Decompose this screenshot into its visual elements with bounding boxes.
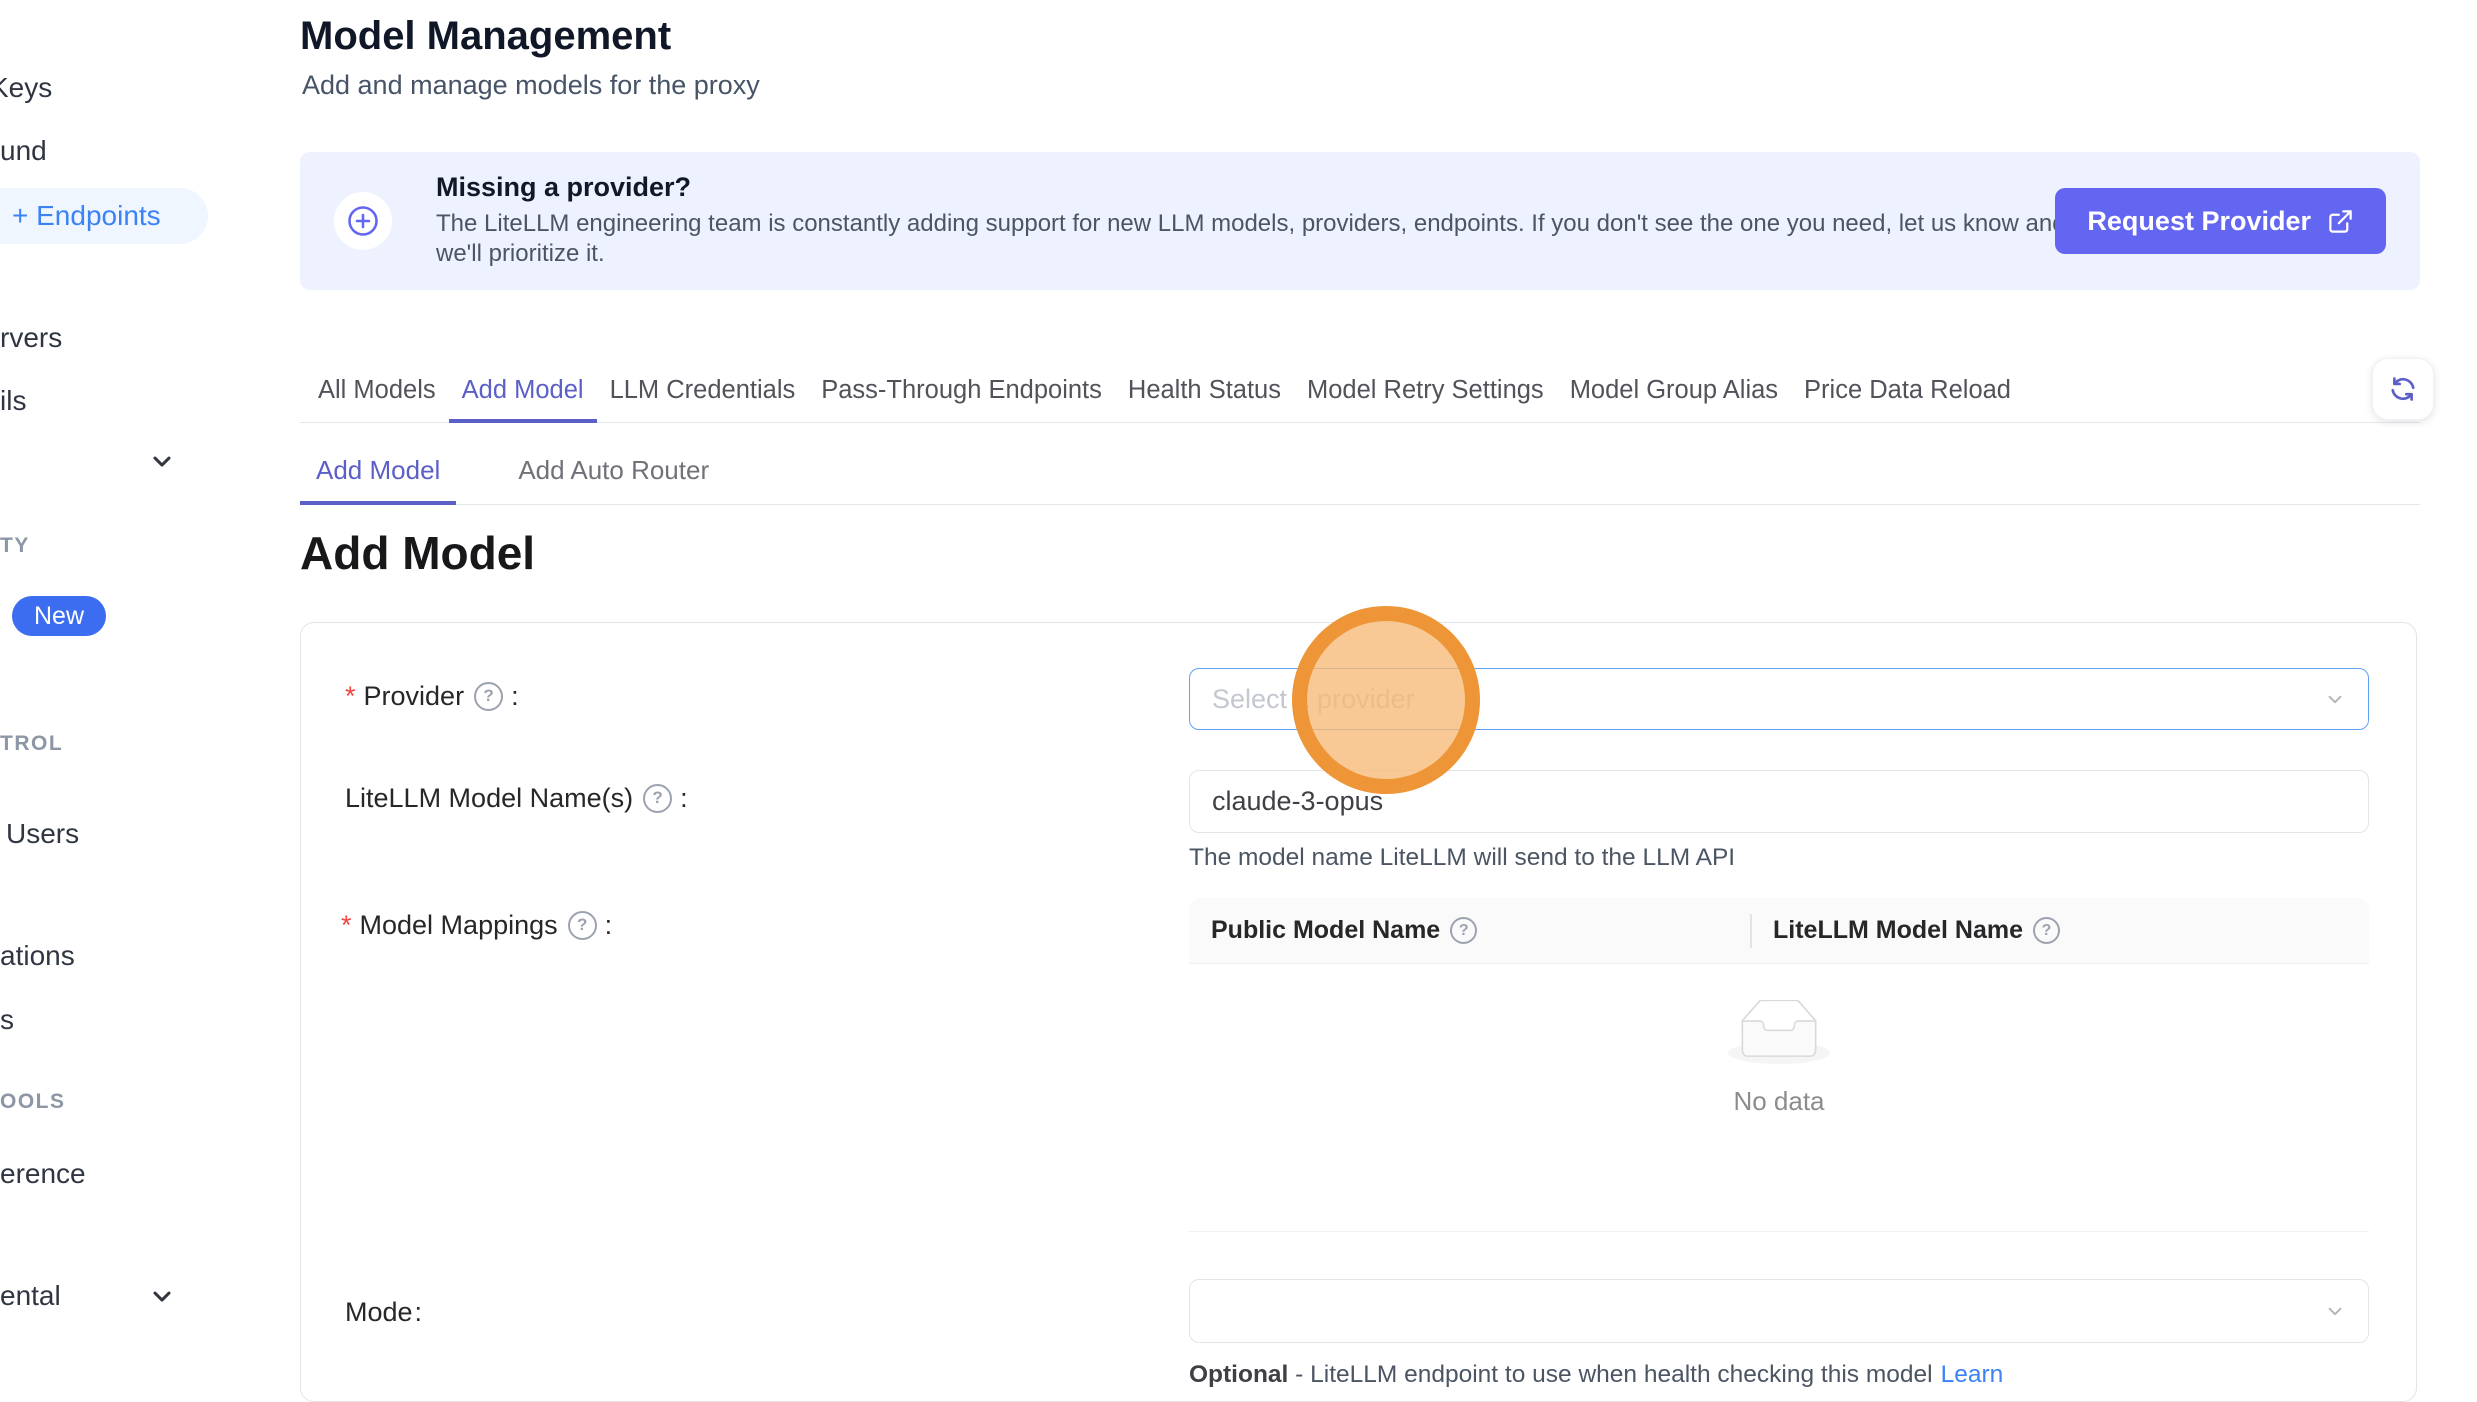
column-label: LiteLLM Model Name	[1773, 916, 2023, 945]
tab-add-model[interactable]: Add Model	[449, 360, 597, 423]
chevron-down-icon[interactable]	[148, 1282, 176, 1310]
page-subtitle: Add and manage models for the proxy	[302, 70, 760, 101]
mode-label: Mode :	[345, 1294, 422, 1330]
help-icon[interactable]: ?	[2033, 917, 2060, 944]
add-model-subtabs: Add Model Add Auto Router	[300, 441, 2420, 505]
sidebar: Keys und + Endpoints rvers ils TY New TR…	[0, 0, 208, 1385]
model-mappings-table: Public Model Name ? LiteLLM Model Name ?	[1189, 898, 2369, 1232]
tab-llm-credentials[interactable]: LLM Credentials	[597, 360, 809, 423]
banner-title: Missing a provider?	[436, 172, 691, 203]
litellm-admin-screen: Keys und + Endpoints rvers ils TY New TR…	[0, 0, 2477, 1385]
provider-select[interactable]: Select a provider	[1189, 668, 2369, 730]
help-icon[interactable]: ?	[568, 911, 597, 940]
tab-pass-through-endpoints[interactable]: Pass-Through Endpoints	[808, 360, 1115, 423]
refresh-button[interactable]	[2372, 358, 2434, 420]
sidebar-item-servers[interactable]: rvers	[0, 322, 62, 354]
sidebar-section-label: TROL	[0, 732, 63, 756]
new-badge-label: New	[34, 602, 84, 631]
tab-price-data-reload[interactable]: Price Data Reload	[1791, 360, 2024, 423]
chevron-down-icon[interactable]	[148, 447, 176, 475]
sidebar-item-reference[interactable]: erence	[0, 1158, 86, 1190]
column-divider	[1750, 914, 1752, 948]
chevron-down-icon	[2324, 688, 2346, 710]
new-badge: New	[12, 596, 106, 636]
mode-select[interactable]	[1189, 1279, 2369, 1343]
tab-model-group-alias[interactable]: Model Group Alias	[1557, 360, 1791, 423]
column-label: Public Model Name	[1211, 916, 1440, 945]
request-provider-button[interactable]: Request Provider	[2055, 188, 2386, 254]
sidebar-item-rails[interactable]: ils	[0, 385, 26, 417]
plus-circle-icon	[334, 192, 392, 250]
mode-help-prefix: Optional	[1189, 1361, 1288, 1388]
model-name-input[interactable]	[1189, 770, 2369, 833]
refresh-icon	[2388, 374, 2418, 404]
sidebar-item-teams[interactable]: s	[0, 1004, 14, 1036]
required-marker: *	[341, 907, 352, 943]
sidebar-item-organizations[interactable]: ations	[0, 940, 75, 972]
missing-provider-banner: Missing a provider? The LiteLLM engineer…	[300, 152, 2420, 290]
column-litellm-model-name: LiteLLM Model Name ?	[1773, 916, 2066, 945]
tab-all-models[interactable]: All Models	[305, 360, 449, 423]
sidebar-item-users[interactable]: Users	[6, 818, 79, 850]
label-colon: :	[605, 907, 613, 943]
model-tabs: All Models Add Model LLM Credentials Pas…	[300, 360, 2420, 423]
provider-label: * Provider ? :	[345, 678, 519, 714]
required-marker: *	[345, 678, 356, 714]
external-link-icon	[2327, 208, 2354, 235]
model-name-help: The model name LiteLLM will send to the …	[1189, 844, 1735, 872]
empty-box-icon	[1728, 1000, 1830, 1066]
model-mappings-label: * Model Mappings ? :	[341, 907, 612, 943]
add-model-heading: Add Model	[300, 526, 535, 580]
model-name-label-text: LiteLLM Model Name(s)	[345, 780, 633, 816]
request-provider-label: Request Provider	[2087, 206, 2311, 237]
page-title: Model Management	[300, 14, 671, 59]
label-colon: :	[680, 780, 688, 816]
sidebar-item-label: + Endpoints	[12, 200, 161, 232]
provider-select-placeholder: Select a provider	[1212, 684, 1415, 715]
tab-health-status[interactable]: Health Status	[1115, 360, 1294, 423]
chevron-down-icon	[2324, 1300, 2346, 1322]
tab-model-retry-settings[interactable]: Model Retry Settings	[1294, 360, 1557, 423]
subtab-add-auto-router[interactable]: Add Auto Router	[502, 441, 725, 505]
column-public-model-name: Public Model Name ?	[1211, 916, 1483, 945]
banner-body: The LiteLLM engineering team is constant…	[436, 209, 2066, 269]
add-model-form-card: * Provider ? : Select a provider LiteLLM…	[300, 622, 2417, 1402]
main-content: Model Management Add and manage models f…	[300, 0, 2420, 1385]
sidebar-section-label: TY	[0, 534, 30, 558]
sidebar-item-playground[interactable]: und	[0, 135, 47, 167]
no-data-text: No data	[1733, 1086, 1824, 1117]
sidebar-section-label: OOLS	[0, 1090, 66, 1114]
model-name-label: LiteLLM Model Name(s) ? :	[345, 780, 688, 816]
help-icon[interactable]: ?	[643, 784, 672, 813]
sidebar-item-keys[interactable]: Keys	[0, 72, 52, 104]
subtab-add-model[interactable]: Add Model	[300, 441, 456, 505]
label-colon: :	[415, 1294, 423, 1330]
table-header: Public Model Name ? LiteLLM Model Name ?	[1189, 898, 2369, 964]
sidebar-item-models-endpoints[interactable]: + Endpoints	[0, 188, 208, 244]
learn-link[interactable]: Learn	[1941, 1361, 2004, 1388]
table-empty-state: No data	[1189, 964, 2369, 1232]
sidebar-item-experimental[interactable]: ental	[0, 1280, 61, 1312]
mode-help-text: - LiteLLM endpoint to use when health ch…	[1288, 1361, 1932, 1388]
help-icon[interactable]: ?	[474, 682, 503, 711]
help-icon[interactable]: ?	[1450, 917, 1477, 944]
provider-label-text: Provider	[364, 678, 465, 714]
mode-label-text: Mode	[345, 1294, 413, 1330]
model-mappings-label-text: Model Mappings	[360, 907, 558, 943]
label-colon: :	[511, 678, 519, 714]
